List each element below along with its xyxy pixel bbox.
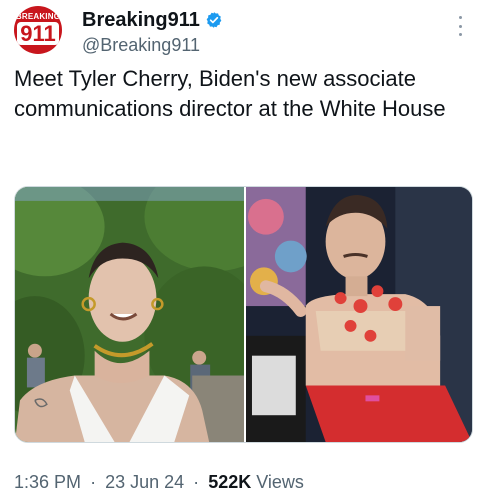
author-handle[interactable]: @Breaking911 — [82, 33, 223, 57]
author-names: Breaking911 @Breaking911 — [82, 8, 223, 57]
avatar-main-text: 911 — [17, 22, 59, 45]
avatar[interactable]: BREAKING 911 — [14, 6, 62, 54]
views-count: 522K — [208, 472, 252, 492]
tweet-header: BREAKING 911 Breaking911 @Breaking911 — [14, 6, 473, 58]
media-photo-left[interactable] — [15, 187, 244, 442]
verified-badge-icon — [206, 12, 222, 28]
meta-separator-2: · — [193, 472, 200, 492]
tweet-meta: 1:36 PM · 23 Jun 24 · 522K Views — [14, 470, 304, 494]
more-options-icon[interactable] — [457, 16, 463, 36]
display-name[interactable]: Breaking911 — [82, 8, 200, 32]
photo-left-image — [15, 187, 244, 442]
avatar-top-text: BREAKING — [15, 11, 61, 21]
tweet-media — [14, 186, 473, 443]
photo-right-image — [246, 187, 472, 442]
media-photo-right[interactable] — [246, 187, 472, 442]
tweet-time[interactable]: 1:36 PM — [14, 472, 81, 492]
meta-separator-1: · — [90, 472, 97, 492]
views-label: Views — [256, 472, 304, 492]
tweet-card[interactable]: BREAKING 911 Breaking911 @Breaking911 Me… — [0, 0, 487, 500]
tweet-text: Meet Tyler Cherry, Biden's new associate… — [14, 66, 446, 121]
tweet-date[interactable]: 23 Jun 24 — [105, 472, 184, 492]
display-name-row: Breaking911 — [82, 8, 223, 32]
